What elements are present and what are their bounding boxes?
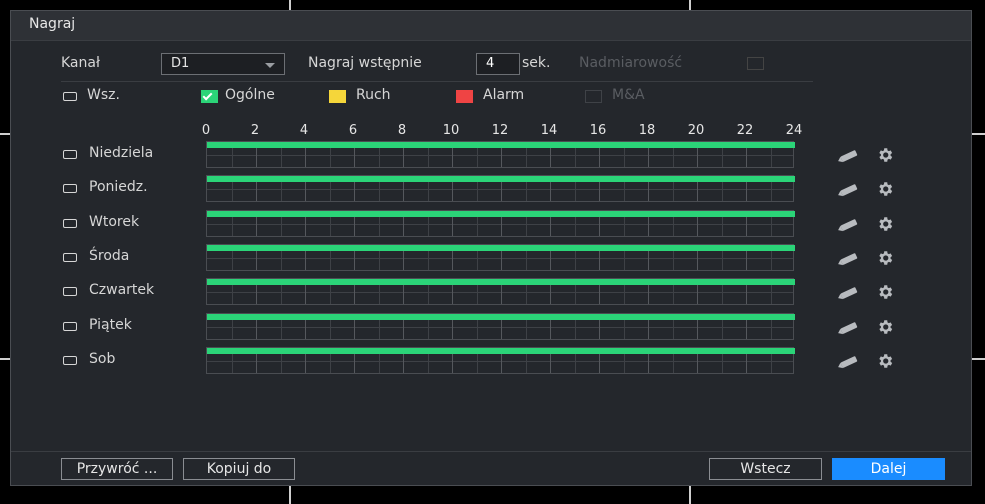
hour-tick-label: 22 [736,123,754,138]
motion-legend-label: Ruch [356,87,391,103]
motion-legend-swatch[interactable] [329,90,346,103]
day-timeline[interactable] [206,209,795,237]
day-timeline[interactable] [206,346,795,374]
hour-tick-label: 2 [250,123,260,138]
day-timeline[interactable] [206,278,795,306]
select-all-checkbox[interactable] [63,92,77,101]
general-record-bar [207,347,795,354]
day-timeline[interactable] [206,312,795,340]
pencil-icon[interactable] [840,355,858,368]
dialog-title: Nagraj [29,16,76,32]
day-label: Wtorek [89,213,140,230]
day-timeline[interactable] [206,243,795,271]
timeline-midline [207,189,793,191]
hour-tick-label: 6 [348,123,358,138]
check-icon [202,90,213,101]
pencil-icon[interactable] [840,218,858,231]
timeline-midline [207,292,793,294]
day-label: Środa [89,247,130,264]
hour-tick-label: 18 [638,123,656,138]
gear-icon[interactable] [876,352,894,370]
hour-tick-label: 16 [589,123,607,138]
hour-tick-label: 10 [442,123,460,138]
alarm-legend-swatch[interactable] [456,90,473,103]
alarm-legend-label: Alarm [483,87,525,103]
restore-button[interactable]: Przywróć ... [61,458,173,480]
hour-tick-label: 20 [687,123,705,138]
next-button[interactable]: Dalej [832,458,945,480]
pencil-icon[interactable] [840,149,858,163]
channel-select[interactable]: D1 [161,53,285,75]
timeline-midline [207,326,793,328]
hour-tick-label: 0 [201,123,211,138]
prerecord-input[interactable]: 4 [476,53,520,75]
hour-tick-label: 24 [785,123,803,138]
hour-tick-label: 12 [491,123,509,138]
timeline-midline [207,257,793,259]
back-button[interactable]: Wstecz [709,458,822,480]
copy-to-button[interactable]: Kopiuj do [183,458,295,480]
day-checkbox[interactable] [63,218,77,228]
redundancy-checkbox[interactable] [747,57,764,70]
hour-tick-label: 4 [299,123,309,138]
general-record-bar [207,176,795,183]
general-legend-label: Ogólne [225,87,275,103]
gear-icon[interactable] [876,249,894,267]
day-checkbox[interactable] [63,355,77,365]
gear-icon[interactable] [876,283,894,301]
pencil-icon[interactable] [840,184,858,197]
gear-icon[interactable] [876,318,894,336]
day-label: Czwartek [89,282,155,299]
day-timeline[interactable] [206,175,795,203]
day-checkbox[interactable] [63,150,77,159]
title-bar: Nagraj [11,11,971,41]
day-label: Sob [89,350,116,367]
channel-label: Kanał [61,55,100,71]
prerecord-label: Nagraj wstępnie [308,55,422,71]
chevron-down-icon [265,63,275,68]
timeline-midline [207,223,793,225]
general-record-bar [207,279,795,286]
gear-icon[interactable] [876,215,894,233]
prerecord-value: 4 [486,56,495,71]
day-checkbox[interactable] [63,184,77,194]
channel-value: D1 [171,56,190,71]
select-all-label: Wsz. [87,87,120,103]
divider [61,81,813,82]
gear-icon[interactable] [876,146,894,164]
pencil-icon[interactable] [840,287,858,300]
ma-legend-swatch[interactable] [585,90,602,103]
general-record-bar [207,244,795,251]
general-record-bar [207,142,795,148]
prerecord-unit: sek. [522,55,551,71]
general-record-bar [207,210,795,217]
record-dialog: Nagraj Kanał D1 Nagraj wstępnie 4 sek. N… [10,10,972,486]
general-legend-checkbox[interactable] [201,90,218,103]
pencil-icon[interactable] [840,321,858,334]
redundancy-label: Nadmiarowość [579,55,683,71]
day-label: Poniedz. [89,179,148,196]
timeline-midline [207,360,793,362]
day-label: Niedziela [89,145,154,161]
day-checkbox[interactable] [63,252,77,262]
hour-tick-label: 14 [540,123,558,138]
day-checkbox[interactable] [63,321,77,331]
footer-divider [11,451,971,452]
timeline-midline [207,155,793,156]
hour-tick-label: 8 [397,123,407,138]
day-label: Piątek [89,316,132,333]
pencil-icon[interactable] [840,252,858,265]
day-checkbox[interactable] [63,287,77,297]
gear-icon[interactable] [876,180,894,198]
ma-legend-label: M&A [612,87,645,103]
general-record-bar [207,313,795,320]
day-timeline[interactable] [206,141,795,168]
